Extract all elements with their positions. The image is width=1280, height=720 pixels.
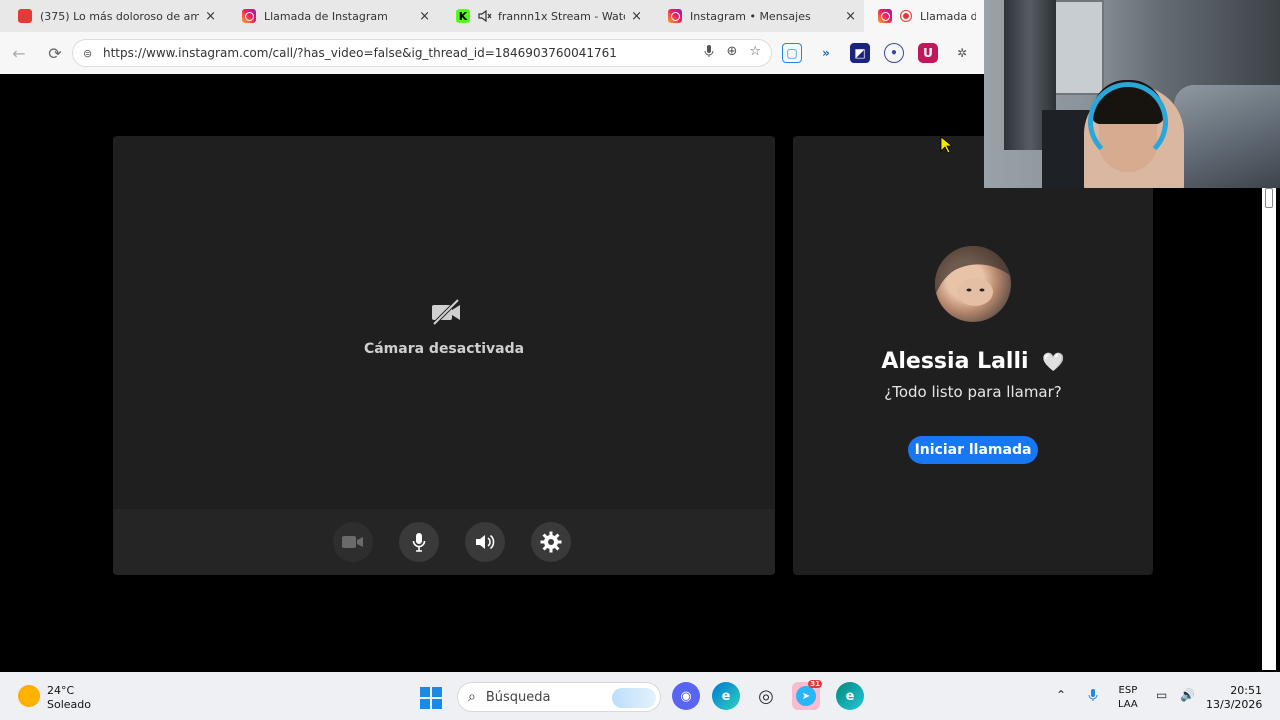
camera-button[interactable] bbox=[333, 522, 373, 562]
tab-youtube[interactable]: (375) Lo más doloroso de amar... × bbox=[0, 0, 224, 32]
address-bar[interactable]: ⊜ https://www.instagram.com/call/?has_vi… bbox=[72, 39, 772, 67]
sun-icon[interactable] bbox=[18, 685, 40, 707]
camera-off-icon bbox=[432, 298, 460, 326]
extensions-puzzle-icon[interactable]: ✲ bbox=[952, 43, 972, 63]
record-icon bbox=[900, 10, 912, 22]
network-icon[interactable]: ▭ bbox=[1156, 688, 1167, 702]
speaker-icon bbox=[476, 534, 495, 550]
taskbar-search[interactable]: ⌕ Búsqueda bbox=[457, 682, 661, 712]
chat-extension-icon[interactable]: • bbox=[884, 43, 904, 63]
clock-time: 20:51 bbox=[1230, 684, 1262, 697]
screen: (375) Lo más doloroso de amar... × Llama… bbox=[0, 0, 1280, 720]
edge-icon[interactable]: e bbox=[712, 682, 740, 710]
windows-taskbar: 24°C Soleado ⌕ Búsqueda ◉ e ◎ ➤ 31 e ⌃ E… bbox=[0, 672, 1280, 720]
video-preview-panel: Cámara desactivada bbox=[113, 136, 775, 575]
weather-description[interactable]: Soleado bbox=[47, 698, 91, 711]
search-placeholder: Búsqueda bbox=[485, 689, 551, 705]
cast-extension-icon[interactable]: ◩ bbox=[850, 43, 870, 63]
instagram-icon bbox=[878, 9, 892, 23]
call-start-panel: Alessia Lalli 🤍 ¿Todo listo para llamar?… bbox=[793, 136, 1153, 575]
scrollbar-thumb[interactable] bbox=[1265, 188, 1273, 208]
video-camera-icon bbox=[342, 536, 363, 548]
paper-plane-icon: ➤ bbox=[796, 686, 816, 706]
tab-title: Llamada de Instagram bbox=[264, 9, 388, 23]
tab-title: frannn1x Stream - Watch Li bbox=[498, 9, 625, 23]
tab-title: (375) Lo más doloroso de amar... bbox=[40, 9, 200, 23]
webcam-overlay bbox=[984, 0, 1280, 188]
telegram-icon[interactable]: ➤ 31 bbox=[792, 680, 822, 710]
chevron-up-icon[interactable]: ⌃ bbox=[1056, 688, 1066, 702]
microphone-icon bbox=[412, 533, 426, 552]
search-highlight-icon bbox=[612, 688, 656, 708]
close-icon[interactable]: × bbox=[631, 9, 642, 24]
site-info-icon[interactable]: ⊜ bbox=[83, 47, 97, 60]
microphone-icon[interactable] bbox=[704, 44, 714, 62]
browser-toolbar: ← ⟳ ⊜ https://www.instagram.com/call/?ha… bbox=[0, 32, 984, 74]
settings-button[interactable] bbox=[531, 522, 571, 562]
language-code: ESP bbox=[1118, 685, 1138, 696]
page-scrollbar[interactable] bbox=[1262, 186, 1276, 670]
call-controls-bar bbox=[113, 509, 775, 575]
search-icon: ⌕ bbox=[468, 689, 476, 705]
camera-off-label: Cámara desactivada bbox=[363, 341, 525, 357]
start-call-button[interactable]: Iniciar llamada bbox=[908, 436, 1038, 464]
close-icon[interactable]: × bbox=[845, 9, 856, 24]
close-icon[interactable]: × bbox=[419, 9, 430, 24]
windows-start-icon[interactable] bbox=[420, 687, 442, 709]
microphone-button[interactable] bbox=[399, 522, 439, 562]
zoom-icon[interactable]: ⊕ bbox=[726, 44, 737, 62]
speaker-muted-icon[interactable] bbox=[478, 10, 492, 22]
url-text: https://www.instagram.com/call/?has_vide… bbox=[103, 46, 617, 60]
contact-name: Alessia Lalli 🤍 bbox=[793, 349, 1153, 374]
volume-icon[interactable]: 🔊 bbox=[1180, 688, 1195, 702]
notification-badge: 31 bbox=[808, 680, 822, 688]
speaker-button[interactable] bbox=[465, 522, 505, 562]
microphone-tray-icon[interactable] bbox=[1088, 688, 1098, 705]
tab-instagram-messages[interactable]: Instagram • Mensajes × bbox=[650, 0, 864, 32]
tab-instagram-call[interactable]: Llamada de Instagram × bbox=[224, 0, 438, 32]
tab-title: Instagram • Mensajes bbox=[690, 9, 811, 23]
instagram-icon bbox=[668, 9, 682, 23]
mouse-cursor-icon bbox=[940, 136, 952, 154]
obs-icon[interactable]: ◎ bbox=[752, 682, 780, 710]
close-icon[interactable]: × bbox=[205, 9, 216, 24]
gear-icon bbox=[540, 531, 562, 553]
favorite-star-icon[interactable]: ☆ bbox=[749, 44, 761, 62]
heart-icon: 🤍 bbox=[1042, 352, 1065, 373]
youtube-icon bbox=[18, 9, 32, 23]
clock-date: 13/3/2026 bbox=[1206, 698, 1263, 711]
screenshot-extension-icon[interactable]: ▢ bbox=[782, 43, 802, 63]
tab-kick-stream[interactable]: K frannn1x Stream - Watch Li × bbox=[438, 0, 650, 32]
language-indicator[interactable]: ESP LAA bbox=[1118, 684, 1138, 712]
broadcast-extension-icon[interactable]: » bbox=[816, 43, 836, 63]
edge-profile-icon[interactable]: e bbox=[836, 682, 864, 710]
instagram-icon bbox=[242, 9, 256, 23]
contact-name-text: Alessia Lalli bbox=[881, 349, 1029, 374]
ublock-extension-icon[interactable]: U bbox=[918, 43, 938, 63]
tab-instagram-call-active[interactable]: Llamada de In bbox=[864, 0, 984, 32]
call-status-text: ¿Todo listo para llamar? bbox=[884, 383, 1062, 401]
back-arrow-icon[interactable]: ← bbox=[4, 44, 34, 63]
tab-title: Llamada de In bbox=[920, 9, 976, 23]
reload-icon[interactable]: ⟳ bbox=[40, 44, 70, 63]
system-clock[interactable]: 20:51 13/3/2026 bbox=[1206, 684, 1262, 712]
avatar bbox=[935, 246, 1011, 322]
weather-temperature[interactable]: 24°C bbox=[47, 684, 74, 697]
browser-tab-strip: (375) Lo más doloroso de amar... × Llama… bbox=[0, 0, 984, 32]
discord-icon[interactable]: ◉ bbox=[672, 682, 700, 710]
keyboard-layout: LAA bbox=[1118, 699, 1138, 710]
kick-icon: K bbox=[456, 9, 470, 23]
